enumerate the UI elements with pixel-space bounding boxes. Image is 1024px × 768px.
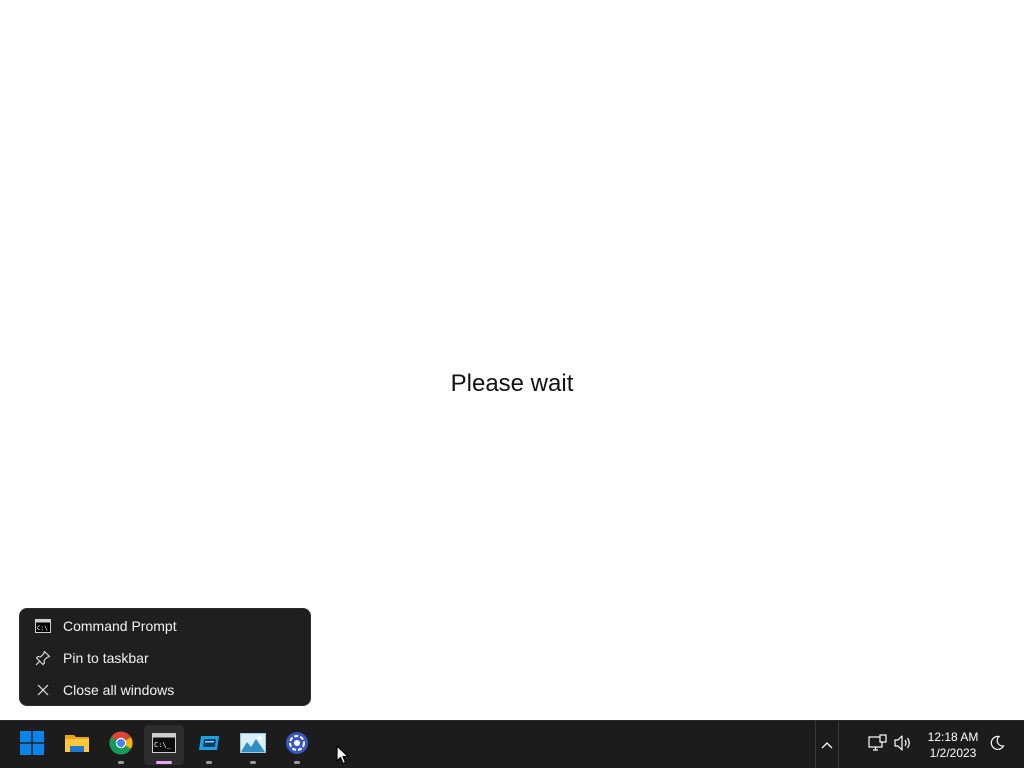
- windows-logo-icon: [20, 730, 44, 760]
- terminal-icon: C:\_: [152, 732, 176, 758]
- jumplist-item-label: Command Prompt: [63, 618, 177, 634]
- jumplist-item-command-prompt[interactable]: C:\ Command Prompt: [20, 610, 310, 642]
- please-wait-message: Please wait: [450, 370, 574, 397]
- svg-text:C:\_: C:\_: [154, 741, 172, 749]
- taskbar: C:\_ 12:18 AM 1/2/2023: [0, 720, 1024, 768]
- running-indicator: [250, 761, 256, 764]
- running-indicator: [118, 761, 124, 764]
- taskbar-file-explorer[interactable]: [57, 725, 97, 765]
- taskbar-command-prompt[interactable]: C:\_: [144, 725, 184, 765]
- taskbar-clock[interactable]: 12:18 AM 1/2/2023: [924, 729, 982, 761]
- mouse-cursor-icon: [336, 745, 350, 765]
- taskbar-app-gear[interactable]: [277, 725, 317, 765]
- moon-icon: [989, 735, 1005, 756]
- clock-date: 1/2/2023: [929, 746, 977, 760]
- notifications-button[interactable]: [987, 735, 1007, 755]
- running-indicator: [294, 761, 300, 764]
- app-icon: [197, 733, 221, 758]
- taskbar-jump-list: C:\ Command Prompt Pin to taskbar Close …: [19, 608, 311, 706]
- chevron-up-icon: [821, 736, 833, 754]
- jumplist-item-pin-to-taskbar[interactable]: Pin to taskbar: [20, 642, 310, 674]
- command-prompt-icon: C:\: [34, 617, 52, 635]
- speaker-icon: [893, 734, 913, 757]
- folder-icon: [64, 732, 90, 759]
- settings-globe-icon: [285, 731, 309, 760]
- network-icon: [868, 733, 888, 757]
- taskbar-chrome[interactable]: [101, 725, 141, 765]
- network-tray-button[interactable]: [868, 733, 888, 757]
- jumplist-item-close-all-windows[interactable]: Close all windows: [20, 674, 310, 706]
- taskbar-app-blue[interactable]: [189, 725, 229, 765]
- start-button[interactable]: [12, 725, 52, 765]
- pin-icon: [34, 649, 52, 667]
- svg-text:C:\: C:\: [37, 625, 48, 632]
- volume-tray-button[interactable]: [893, 734, 913, 757]
- clock-time: 12:18 AM: [927, 730, 979, 744]
- close-icon: [34, 681, 52, 699]
- image-icon: [240, 732, 266, 758]
- show-hidden-icons-button[interactable]: [815, 721, 839, 768]
- taskbar-image-viewer[interactable]: [233, 725, 273, 765]
- jumplist-item-label: Pin to taskbar: [63, 650, 149, 666]
- chrome-icon: [109, 731, 133, 760]
- running-indicator: [206, 761, 212, 764]
- jumplist-item-label: Close all windows: [63, 682, 175, 698]
- running-indicator: [156, 761, 172, 764]
